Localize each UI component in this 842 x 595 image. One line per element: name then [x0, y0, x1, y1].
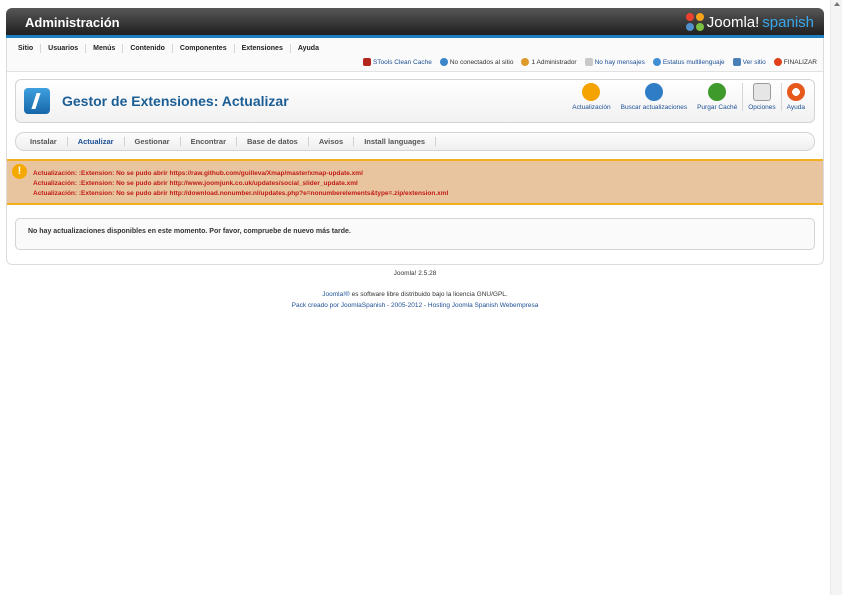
- visitors-icon: [439, 58, 448, 66]
- view-site-icon: [732, 58, 741, 66]
- tab-encontrar[interactable]: Encontrar: [181, 137, 237, 146]
- alert-message: Actualización: :Extension: No se pudo ab…: [33, 180, 358, 187]
- tab-instalar[interactable]: Instalar: [30, 137, 68, 146]
- refresh-green-icon: [708, 83, 727, 101]
- status-admins-label: 1 Administrador: [531, 58, 577, 66]
- lifebuoy-icon: [786, 83, 805, 101]
- main-menu: Sitio Usuarios Menús Contenido Component…: [11, 44, 326, 53]
- help-button[interactable]: Ayuda: [780, 83, 810, 111]
- joomla-logo-icon: [685, 13, 704, 31]
- options-icon: [752, 83, 771, 101]
- panel-spacer: [7, 250, 823, 260]
- admin-header: Administración Joomla! spanish: [6, 8, 824, 38]
- status-visitors-label: No conectados al sitio: [449, 58, 514, 66]
- brand-name: Joomla!: [706, 13, 760, 31]
- menu-bar: Sitio Usuarios Menús Contenido Component…: [7, 38, 823, 72]
- admin-user-icon: [521, 58, 530, 66]
- purge-cache-label: Purgar Caché: [697, 104, 738, 111]
- status-messages-label: No hay mensajes: [594, 58, 645, 66]
- no-updates-message: No hay actualizaciones disponibles en es…: [15, 218, 815, 250]
- footer-credits[interactable]: Pack creado por JoomlaSpanish - 2005-201…: [6, 302, 824, 309]
- logout-icon: [773, 58, 782, 66]
- brand-suffix: spanish: [762, 13, 814, 31]
- tab-gestionar[interactable]: Gestionar: [125, 137, 181, 146]
- menu-item-sitio[interactable]: Sitio: [11, 44, 42, 53]
- status-messages[interactable]: No hay mensajes: [584, 58, 645, 66]
- purge-cache-button[interactable]: Purgar Caché: [692, 83, 742, 111]
- find-updates-button[interactable]: Buscar actualizaciones: [616, 83, 692, 111]
- globe-icon: [652, 58, 661, 66]
- extensions-lightning-icon: [24, 88, 50, 114]
- alert-message: Actualización: :Extension: No se pudo ab…: [33, 170, 363, 177]
- admin-container: Administración Joomla! spanish Sitio Usu…: [6, 8, 824, 265]
- menu-item-menus[interactable]: Menús: [86, 44, 124, 53]
- status-bar: STools Clean Cache No conectados al siti…: [362, 58, 817, 66]
- page-title: Gestor de Extensiones: Actualizar: [62, 93, 289, 109]
- cache-icon: [362, 58, 371, 66]
- warning-alert: ! Actualización: :Extension: No se pudo …: [7, 159, 823, 205]
- menu-item-extensiones[interactable]: Extensiones: [235, 44, 291, 53]
- options-button[interactable]: Opciones: [742, 83, 780, 111]
- footer-license-text: es software libre distribuido bajo la li…: [349, 291, 508, 298]
- logout-label: FINALIZAR: [783, 58, 817, 66]
- tab-avisos[interactable]: Avisos: [309, 137, 355, 146]
- page-toolbar: Gestor de Extensiones: Actualizar Actual…: [15, 79, 815, 123]
- alert-message: Actualización: :Extension: No se pudo ab…: [33, 190, 449, 197]
- messages-icon: [584, 58, 593, 66]
- status-multilang[interactable]: Estatus multilenguaje: [652, 58, 725, 66]
- update-button-label: Actualización: [572, 104, 611, 111]
- footer-license: Joomla!® es software libre distribuido b…: [6, 291, 824, 298]
- tab-base-de-datos[interactable]: Base de datos: [237, 137, 309, 146]
- update-button[interactable]: Actualización: [567, 83, 615, 111]
- status-cache-label: STools Clean Cache: [372, 58, 432, 66]
- admin-title: Administración: [25, 15, 120, 30]
- refresh-blue-icon: [644, 83, 663, 101]
- joomla-brand: Joomla! spanish: [685, 12, 814, 32]
- upload-arrow-icon: [582, 83, 601, 101]
- status-cache[interactable]: STools Clean Cache: [362, 58, 432, 66]
- status-visitors: No conectados al sitio: [439, 58, 514, 66]
- vertical-scrollbar[interactable]: [830, 0, 842, 595]
- status-multilang-label: Estatus multilenguaje: [662, 58, 725, 66]
- menu-item-ayuda[interactable]: Ayuda: [291, 44, 326, 53]
- status-view-site-label: Ver sitio: [742, 58, 766, 66]
- menu-item-usuarios[interactable]: Usuarios: [41, 44, 87, 53]
- scroll-up-arrow-icon[interactable]: [834, 2, 840, 6]
- tab-actualizar[interactable]: Actualizar: [68, 137, 125, 146]
- menu-item-componentes[interactable]: Componentes: [173, 44, 235, 53]
- warning-icon: !: [12, 164, 27, 179]
- footer-version: Joomla! 2.5.28: [393, 270, 437, 277]
- help-label: Ayuda: [786, 104, 805, 111]
- status-view-site[interactable]: Ver sitio: [732, 58, 766, 66]
- menu-item-contenido[interactable]: Contenido: [123, 44, 173, 53]
- joomla-license-link[interactable]: Joomla!®: [322, 291, 350, 298]
- find-updates-label: Buscar actualizaciones: [620, 104, 688, 111]
- toolbar-actions: Actualización Buscar actualizaciones Pur…: [567, 83, 810, 111]
- submenu-tabs: Instalar Actualizar Gestionar Encontrar …: [15, 132, 815, 151]
- admin-panel: Sitio Usuarios Menús Contenido Component…: [6, 38, 824, 265]
- status-admins: 1 Administrador: [521, 58, 577, 66]
- logout-link[interactable]: FINALIZAR: [773, 58, 817, 66]
- options-label: Opciones: [748, 104, 776, 111]
- tab-install-languages[interactable]: Install languages: [354, 137, 437, 146]
